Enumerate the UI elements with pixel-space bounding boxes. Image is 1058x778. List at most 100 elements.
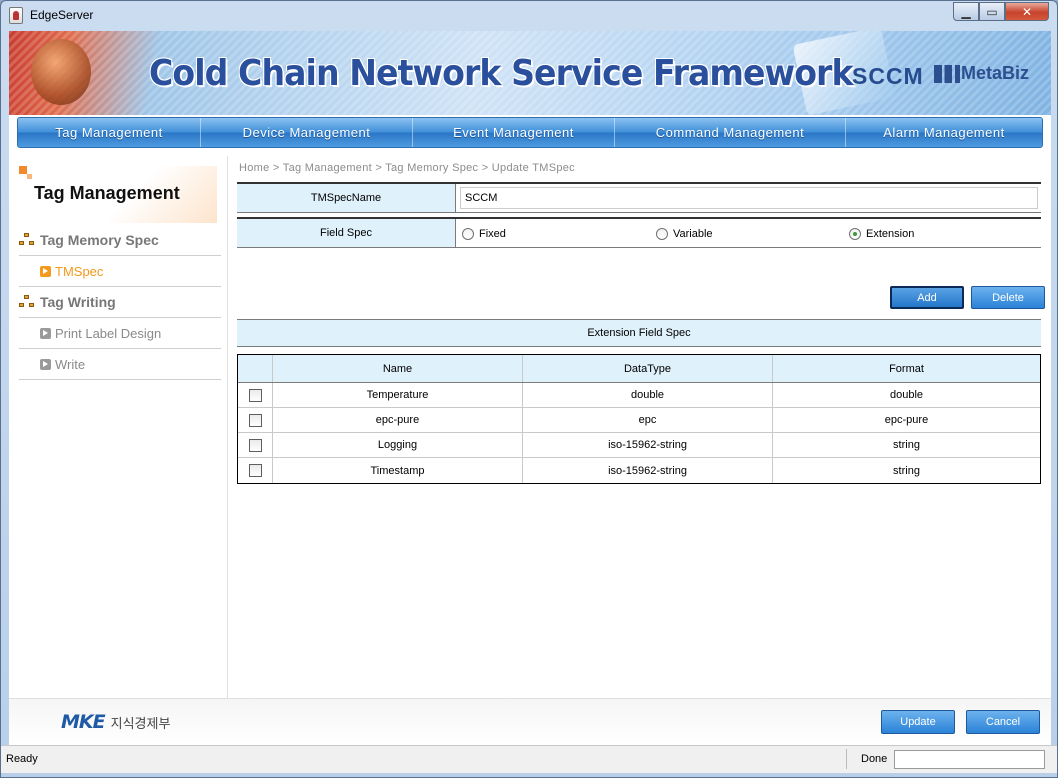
app-icon xyxy=(9,7,23,24)
minimize-button[interactable]: ▁ xyxy=(953,2,979,21)
cell-name: epc-pure xyxy=(273,408,523,432)
radio-extension-label: Extension xyxy=(866,228,915,240)
extension-field-table: Name DataType Format Temperature double do… xyxy=(237,354,1041,484)
client-area: Cold Chain Network Service Framework SCC… xyxy=(9,31,1051,745)
cell-datatype: iso-15962-string xyxy=(523,433,773,457)
radio-fixed[interactable]: Fixed xyxy=(462,228,506,240)
nav-item-command-management[interactable]: Command Management xyxy=(615,118,846,147)
footer-bar: MKE 지식경제부 Update Cancel xyxy=(9,698,1051,745)
breadcrumb: Home > Tag Management > Tag Memory Spec … xyxy=(239,162,575,174)
cell-datatype: epc xyxy=(523,408,773,432)
nav-item-event-management[interactable]: Event Management xyxy=(413,118,615,147)
cell-format: string xyxy=(893,464,920,477)
banner-decoration xyxy=(31,39,91,105)
metabiz-text: MetaBiz xyxy=(961,63,1030,83)
radio-fixed-label: Fixed xyxy=(479,228,506,240)
sidebar-item-tmspec[interactable]: TMSpec xyxy=(19,256,221,287)
tmspec-name-input[interactable]: SCCM xyxy=(460,187,1038,209)
metabiz-logo: MetaBiz xyxy=(934,63,1029,84)
radio-fixed-button[interactable] xyxy=(462,228,474,240)
status-done: Done xyxy=(861,753,888,765)
play-bullet-icon xyxy=(40,265,51,277)
cell-datatype: iso-15962-string xyxy=(523,458,773,483)
close-button[interactable]: ✕ xyxy=(1005,2,1049,21)
table-row: Timestamp iso-15962-string string xyxy=(238,458,1040,483)
table-row: Logging iso-15962-string string xyxy=(238,433,1040,458)
tree-icon xyxy=(19,295,35,309)
header-name: Name xyxy=(273,355,523,382)
add-button[interactable]: Add xyxy=(890,286,964,309)
play-bullet-icon xyxy=(40,358,51,370)
radio-variable-button[interactable] xyxy=(656,228,668,240)
maximize-button[interactable]: ▭ xyxy=(979,2,1005,21)
ministry-name: 지식경제부 xyxy=(110,715,171,731)
corner-decoration-small xyxy=(27,174,32,179)
table-header: Name DataType Format xyxy=(238,355,1040,383)
table-row: Temperature double double xyxy=(238,383,1040,408)
header-datatype: DataType xyxy=(523,355,773,382)
sidebar-item-tag-writing[interactable]: Tag Writing xyxy=(19,287,221,318)
left-sidebar: Tag Management Tag Memory Spec TMSpec Tag … xyxy=(9,156,228,698)
tmspec-name-row: TMSpecName SCCM xyxy=(237,182,1041,213)
tree-icon xyxy=(19,233,35,247)
header-format: Format xyxy=(889,362,924,375)
row-checkbox[interactable] xyxy=(248,438,262,452)
window-title: EdgeServer xyxy=(30,8,94,22)
sidebar-item-tag-memory-spec[interactable]: Tag Memory Spec xyxy=(19,225,221,256)
nav-item-device-management[interactable]: Device Management xyxy=(201,118,413,147)
radio-variable[interactable]: Variable xyxy=(656,228,713,240)
sidebar-item-write[interactable]: Write xyxy=(19,349,221,380)
row-checkbox[interactable] xyxy=(248,464,262,477)
sidebar-item-print-label-design[interactable]: Print Label Design xyxy=(19,318,221,349)
sidebar-item-label: TMSpec xyxy=(55,263,104,279)
row-select-cell xyxy=(238,433,273,457)
cell-format: string xyxy=(893,439,920,451)
status-progress xyxy=(894,750,1045,769)
delete-button[interactable]: Delete xyxy=(971,286,1045,309)
cell-format: epc-pure xyxy=(884,414,929,426)
nav-item-alarm-management[interactable]: Alarm Management xyxy=(846,118,1042,147)
cell-name: Logging xyxy=(273,433,523,457)
row-select-cell xyxy=(238,383,273,407)
app-window: EdgeServer ▁ ▭ ✕ Cold Chain Network Serv… xyxy=(0,0,1058,778)
field-spec-row: Field Spec Fixed Variable Extension xyxy=(237,217,1041,248)
sidebar-heading: Tag Management xyxy=(34,183,180,203)
mke-logo-mark: MKE xyxy=(61,711,106,733)
tmspec-name-label: TMSpecName xyxy=(237,184,456,212)
table-row: epc-pure epc epc-pure xyxy=(238,408,1040,433)
update-button[interactable]: Update xyxy=(881,710,955,734)
row-checkbox[interactable] xyxy=(248,388,262,402)
banner-headline: Cold Chain Network Service Framework xyxy=(149,53,854,94)
row-checkbox[interactable] xyxy=(248,413,262,427)
top-navigation: Tag Management Device Management Event Man… xyxy=(17,117,1043,148)
cell-datatype: double xyxy=(523,383,773,407)
sidebar-heading-box: Tag Management xyxy=(19,163,217,223)
sidebar-menu: Tag Memory Spec TMSpec Tag Writing Print La… xyxy=(19,225,221,380)
header-select-cell xyxy=(238,355,273,382)
corner-decoration xyxy=(19,166,27,174)
extension-field-spec-title: Extension Field Spec xyxy=(237,319,1041,347)
title-bar[interactable]: EdgeServer ▁ ▭ ✕ xyxy=(1,1,1057,31)
radio-extension-button[interactable] xyxy=(849,228,861,240)
nav-item-tag-management[interactable]: Tag Management xyxy=(18,118,201,147)
field-spec-label: Field Spec xyxy=(237,219,456,247)
sidebar-item-label: Tag Writing xyxy=(40,294,116,310)
sidebar-item-label: Write xyxy=(55,356,86,372)
row-select-cell xyxy=(238,458,273,483)
radio-variable-label: Variable xyxy=(673,228,713,240)
cell-format: double xyxy=(889,389,924,401)
mke-logo: MKE 지식경제부 xyxy=(61,711,170,733)
main-content: Home > Tag Management > Tag Memory Spec … xyxy=(237,156,1045,698)
radio-extension[interactable]: Extension xyxy=(849,228,914,240)
play-bullet-icon xyxy=(40,327,51,339)
metabiz-mark-icon xyxy=(934,64,960,83)
status-ready: Ready xyxy=(6,753,38,765)
row-select-cell xyxy=(238,408,273,432)
window-controls: ▁ ▭ ✕ xyxy=(953,2,1049,21)
header-banner: Cold Chain Network Service Framework SCC… xyxy=(9,31,1051,115)
status-divider xyxy=(846,749,847,769)
sccm-logo: SCCM xyxy=(852,63,924,89)
status-bar: Ready Done xyxy=(1,745,1057,773)
cancel-button[interactable]: Cancel xyxy=(966,710,1040,734)
sidebar-item-label: Tag Memory Spec xyxy=(40,232,159,248)
